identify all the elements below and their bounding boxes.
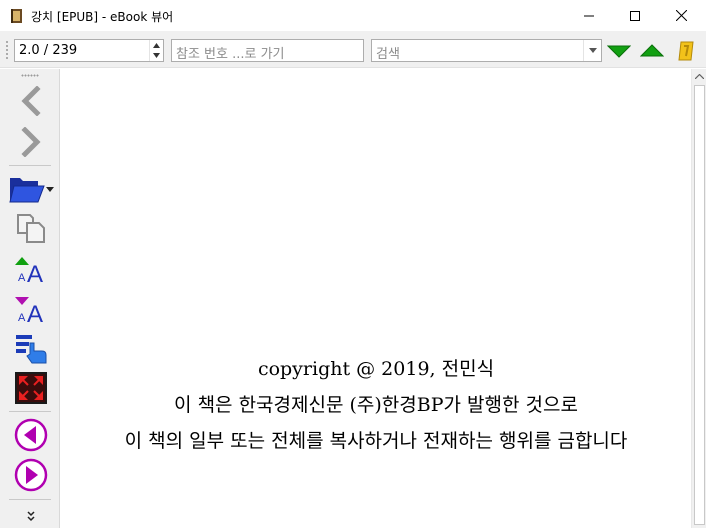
goto-reference-input[interactable]: 참조 번호 ...로 가기 <box>171 39 364 62</box>
toolbar-grip[interactable] <box>5 40 9 60</box>
previous-page-icon <box>14 418 48 452</box>
title-bar: 강치 [EPUB] - eBook 뷰어 <box>0 0 706 32</box>
copyright-line: copyright @ 2019, 전민식 <box>257 358 495 380</box>
scroll-up-icon <box>695 74 704 79</box>
spin-up-icon[interactable] <box>153 43 160 48</box>
maximize-icon <box>630 10 640 21</box>
svg-text:A: A <box>18 312 26 324</box>
open-ebook-button[interactable] <box>8 169 56 207</box>
copy-icon <box>17 214 45 243</box>
svg-text:A: A <box>18 272 26 284</box>
page-spinbox[interactable]: 2.0 / 239 <box>14 39 164 62</box>
sidebar-separator <box>9 165 51 166</box>
scroll-thumb[interactable] <box>694 85 705 525</box>
maximize-button[interactable] <box>612 0 658 31</box>
open-folder-icon <box>9 178 54 203</box>
sidebar-separator <box>9 411 51 412</box>
chevron-down-icon <box>589 48 597 53</box>
rights-line: 이 책의 일부 또는 전체를 복사하거나 전재하는 행위를 금합니다 <box>124 430 628 452</box>
spin-down-icon[interactable] <box>153 53 160 58</box>
back-arrow-icon <box>21 86 41 116</box>
more-icon[interactable] <box>24 510 38 522</box>
font-smaller-icon: A A <box>15 297 43 325</box>
close-button[interactable] <box>658 0 704 31</box>
select-text-icon <box>16 335 47 364</box>
goto-placeholder: 참조 번호 ...로 가기 <box>176 47 285 62</box>
previous-page-button[interactable] <box>12 416 50 454</box>
search-dropdown-button[interactable] <box>583 40 601 61</box>
fullscreen-button[interactable] <box>12 369 50 407</box>
book-page-view[interactable]: copyright @ 2019, 전민식 이 책은 한국경제신문 (주)한경B… <box>61 69 691 528</box>
app-book-icon <box>11 9 22 23</box>
close-icon <box>675 10 687 21</box>
search-placeholder: 검색 <box>376 47 400 62</box>
select-text-button[interactable] <box>12 329 50 367</box>
next-page-icon <box>14 458 48 492</box>
forward-arrow-icon <box>21 127 41 157</box>
reference-mode-icon[interactable] <box>674 39 698 63</box>
svg-text:A: A <box>27 301 43 325</box>
fullscreen-icon <box>15 372 47 404</box>
copy-button[interactable] <box>12 209 50 247</box>
page-value[interactable]: 2.0 / 239 <box>19 43 77 58</box>
publisher-line: 이 책은 한국경제신문 (주)한경BP가 발행한 것으로 <box>174 394 578 416</box>
sidebar-grip[interactable] <box>21 74 39 77</box>
increase-font-button[interactable]: A A <box>12 249 50 287</box>
minimize-icon <box>584 15 594 16</box>
svg-text:A: A <box>27 261 43 285</box>
search-combobox[interactable]: 검색 <box>371 39 602 62</box>
decrease-font-button[interactable]: A A <box>12 289 50 327</box>
find-previous-icon[interactable] <box>640 39 664 63</box>
vertical-scrollbar[interactable] <box>691 69 706 528</box>
sidebar-separator <box>9 499 51 500</box>
window-title: 강치 [EPUB] - eBook 뷰어 <box>31 10 174 24</box>
back-button[interactable] <box>12 82 50 120</box>
copyright-block: copyright @ 2019, 전민식 이 책은 한국경제신문 (주)한경B… <box>61 351 691 459</box>
font-larger-icon: A A <box>15 257 43 285</box>
page-spin-arrows[interactable] <box>149 40 163 61</box>
find-next-icon[interactable] <box>607 39 631 63</box>
minimize-button[interactable] <box>566 0 612 31</box>
toolbar: 2.0 / 239 참조 번호 ...로 가기 검색 <box>0 32 706 68</box>
scroll-up-button[interactable] <box>692 69 706 84</box>
forward-button[interactable] <box>12 123 50 161</box>
sidebar-toolbar: A A A A <box>0 69 60 528</box>
next-page-button[interactable] <box>12 456 50 494</box>
